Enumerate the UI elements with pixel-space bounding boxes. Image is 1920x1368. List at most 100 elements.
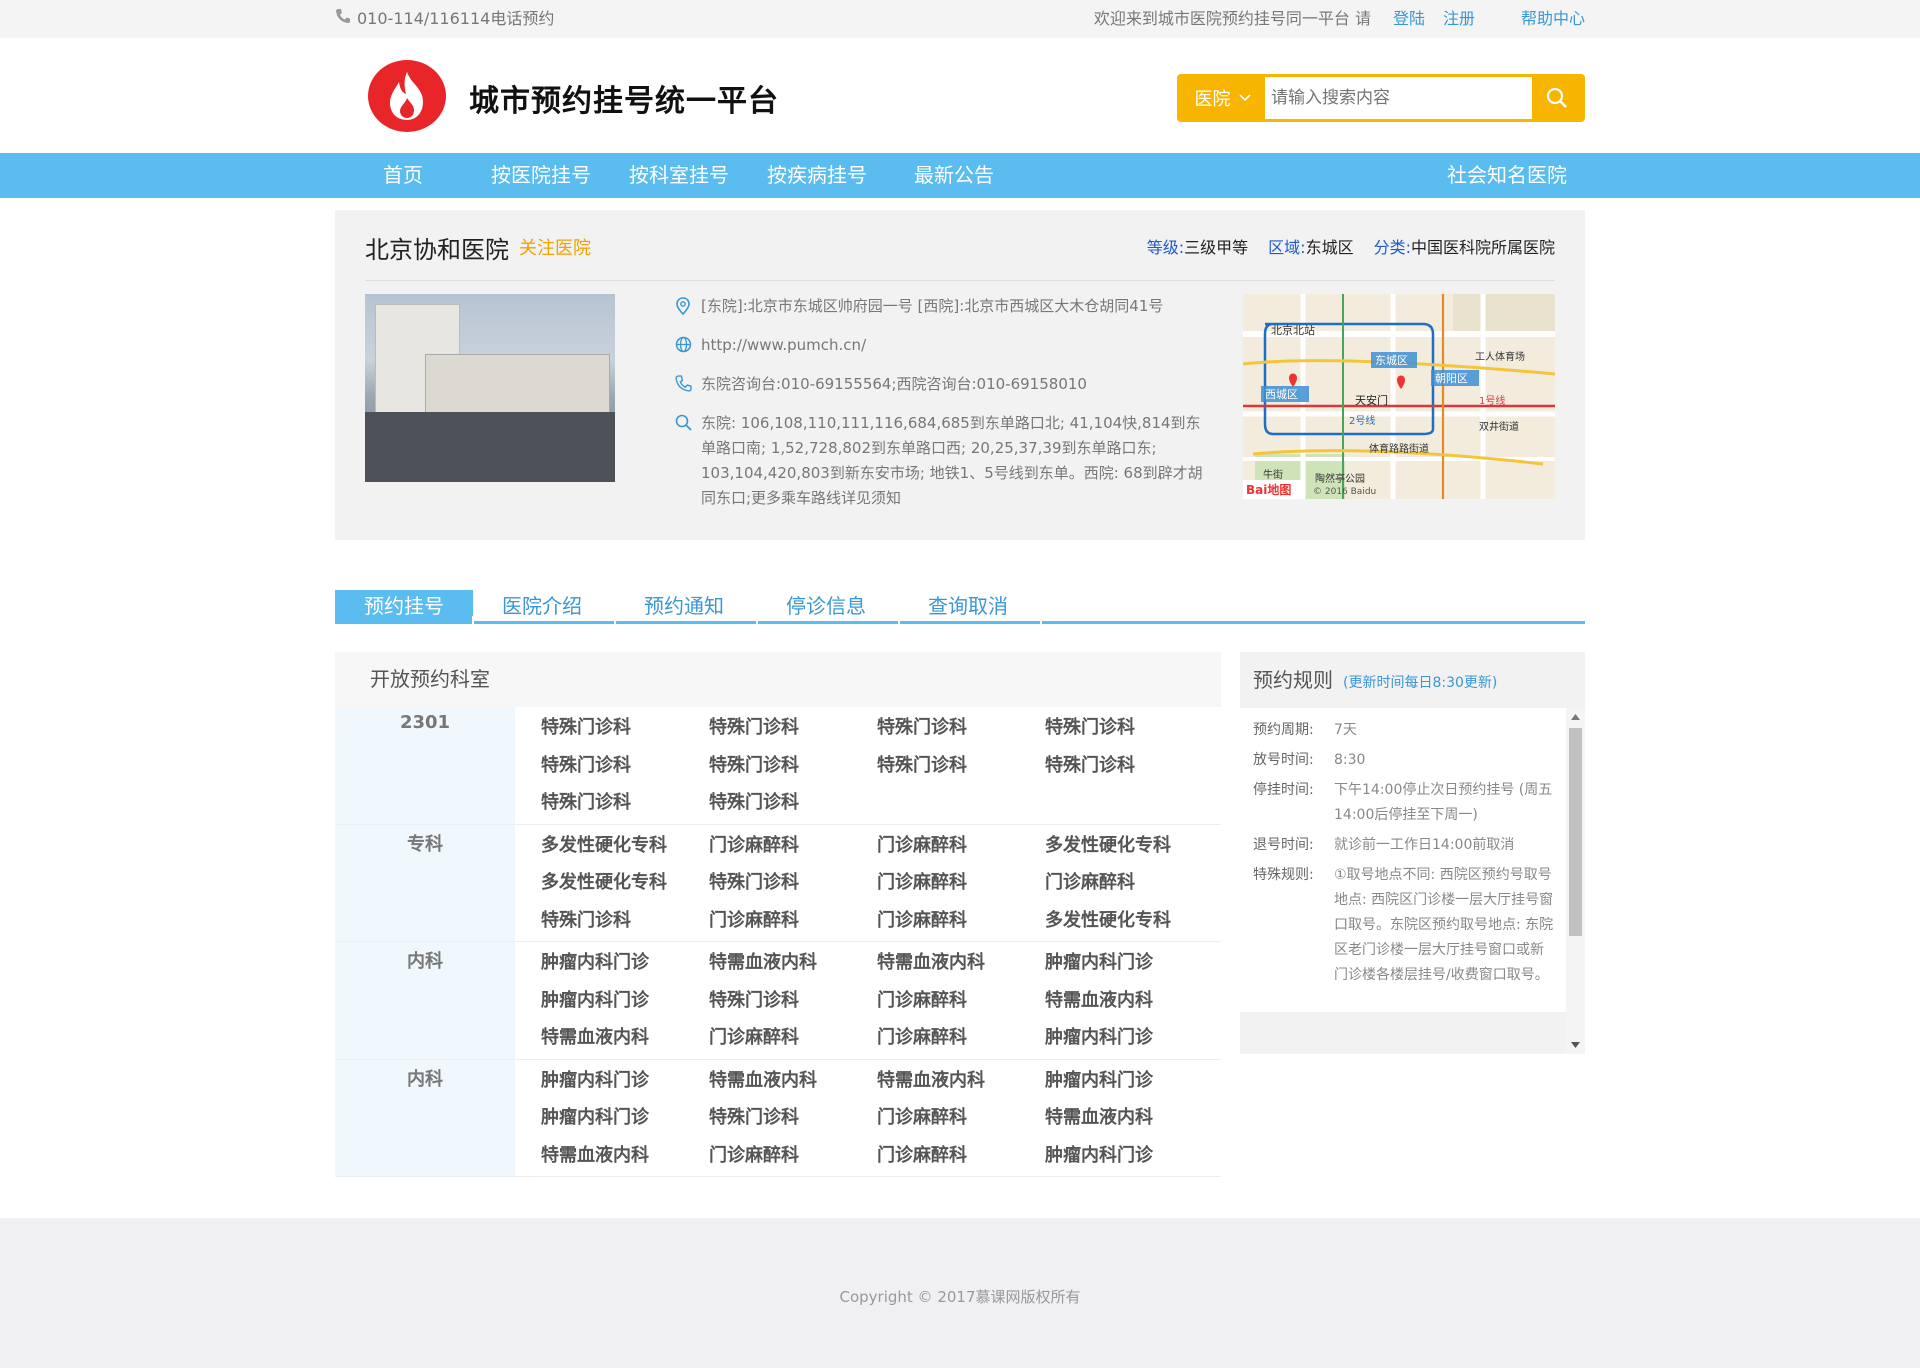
rule-row: 退号时间: 就诊前一工作日14:00前取消 [1253,833,1566,858]
department-link[interactable]: 特殊门诊科 [541,709,709,747]
map-label-xicheng: 西城区 [1265,388,1298,401]
copyright: Copyright © 2017慕课网版权所有 [839,1288,1081,1306]
department-link[interactable]: 特殊门诊科 [877,747,1045,785]
site-title[interactable]: 城市预约挂号统一平台 [469,76,779,120]
department-link[interactable]: 特殊门诊科 [709,982,877,1020]
department-link[interactable]: 肿瘤内科门诊 [541,1062,709,1100]
department-group: 专科 多发性硬化专科 门诊麻醉科 门诊麻醉科 多发性硬化专科 多发性硬化专科 特殊门诊科 门诊… [335,824,1221,942]
department-link[interactable]: 门诊麻醉科 [709,1137,877,1175]
department-link[interactable]: 特殊门诊科 [709,1099,877,1137]
booking-rules-panel: 预约规则 (更新时间每日8:30更新) 预约周期: 7天 放号时间: 8:30 停挂时… [1240,652,1585,1054]
search-type-select[interactable]: 医院 [1180,77,1265,119]
department-link[interactable]: 门诊麻醉科 [877,827,1045,865]
hospital-name: 北京协和医院 [365,236,509,264]
department-link[interactable]: 特殊门诊科 [1045,747,1213,785]
department-link[interactable]: 特需血液内科 [1045,982,1213,1020]
department-link[interactable]: 肿瘤内科门诊 [1045,1062,1213,1100]
department-link[interactable]: 特殊门诊科 [877,709,1045,747]
department-link[interactable]: 特殊门诊科 [541,784,709,822]
tab-query-cancel[interactable]: 查询取消 [899,590,1037,624]
search-icon [1546,87,1567,108]
login-link[interactable]: 登陆 [1393,0,1425,38]
map-label-line2: 2号线 [1349,414,1375,427]
rule-row: 放号时间: 8:30 [1253,748,1566,773]
department-link[interactable]: 特殊门诊科 [709,709,877,747]
department-link[interactable]: 多发性硬化专科 [541,827,709,865]
department-link[interactable]: 特需血液内科 [877,944,1045,982]
department-link[interactable]: 特需血液内科 [1045,1099,1213,1137]
department-link[interactable]: 特需血液内科 [541,1019,709,1057]
department-link[interactable]: 肿瘤内科门诊 [1045,944,1213,982]
search-input[interactable] [1265,77,1532,119]
rule-value: ①取号地点不同: 西院区预约号取号地点: 西院区门诊楼一层大厅挂号窗口取号。东院… [1334,867,1554,983]
search-button[interactable] [1532,77,1582,119]
content-area: 开放预约科室 2301 特殊门诊科 特殊门诊科 特殊门诊科 特殊门诊科 特殊门诊科 特殊门诊… [335,652,1585,1177]
department-link[interactable]: 门诊麻醉科 [709,902,877,940]
scroll-up-icon[interactable] [1571,714,1580,720]
department-link[interactable]: 特需血液内科 [541,1137,709,1175]
hospital-card: 北京协和医院 关注医院 等级:三级甲等 区域:东城区 分类:中国医科院所属医院 … [335,210,1585,540]
tab-booking-notice[interactable]: 预约通知 [615,590,753,624]
nav-home[interactable]: 首页 [383,153,423,198]
department-link[interactable]: 肿瘤内科门诊 [541,944,709,982]
rule-row: 预约周期: 7天 [1253,718,1566,743]
follow-hospital-link[interactable]: 关注医院 [519,234,591,260]
department-link[interactable]: 肿瘤内科门诊 [541,982,709,1020]
department-list: 多发性硬化专科 门诊麻醉科 门诊麻醉科 多发性硬化专科 多发性硬化专科 特殊门诊科 门诊麻醉… [515,825,1221,942]
rule-key: 特殊规则: [1253,867,1314,883]
department-group: 内科 肿瘤内科门诊 特需血液内科 特需血液内科 肿瘤内科门诊 肿瘤内科门诊 特殊门诊科 门诊麻… [335,1059,1221,1177]
rules-scrollbar[interactable] [1566,708,1585,1054]
department-category: 内科 [335,1059,515,1176]
level-key: 等级: [1146,238,1185,257]
department-link[interactable]: 特需血液内科 [877,1062,1045,1100]
department-link[interactable]: 特殊门诊科 [541,902,709,940]
rule-row: 停挂时间: 下午14:00停止次日预约挂号 (周五14:00后停挂至下周一) [1253,778,1566,828]
scroll-down-icon[interactable] [1571,1042,1580,1048]
scrollbar-thumb[interactable] [1569,728,1582,936]
nav-by-disease[interactable]: 按疾病挂号 [767,153,867,198]
department-link[interactable]: 门诊麻醉科 [877,1099,1045,1137]
hospital-website[interactable]: http://www.pumch.cn/ [701,333,866,358]
department-link[interactable]: 门诊麻醉科 [877,902,1045,940]
department-link[interactable]: 门诊麻醉科 [1045,864,1213,902]
department-link[interactable]: 门诊麻醉科 [877,1137,1045,1175]
tab-suspension-info[interactable]: 停诊信息 [757,590,895,624]
rule-value: 就诊前一工作日14:00前取消 [1334,837,1515,853]
department-link[interactable]: 门诊麻醉科 [877,1019,1045,1057]
department-link[interactable]: 肿瘤内科门诊 [1045,1019,1213,1057]
department-link[interactable]: 门诊麻醉科 [709,1019,877,1057]
department-link[interactable]: 特殊门诊科 [1045,709,1213,747]
nav-by-hospital[interactable]: 按医院挂号 [491,153,591,198]
department-link[interactable]: 特需血液内科 [709,944,877,982]
tab-booking[interactable]: 预约挂号 [335,590,473,624]
hospital-map[interactable]: 北京北站 东城区 朝阳区 西城区 天安门 2号线 1号线 工人体育场 双井街道 … [1243,294,1555,499]
rules-title: 预约规则 [1253,668,1333,692]
level-value: 三级甲等 [1184,238,1249,257]
rule-key: 放号时间: [1253,752,1314,768]
department-link[interactable]: 肿瘤内科门诊 [541,1099,709,1137]
department-link[interactable]: 特殊门诊科 [709,864,877,902]
department-link[interactable]: 多发性硬化专科 [1045,902,1213,940]
department-link[interactable]: 特殊门诊科 [709,784,877,822]
rules-body: 预约周期: 7天 放号时间: 8:30 停挂时间: 下午14:00停止次日预约挂号 (… [1240,708,1566,1012]
department-link[interactable]: 门诊麻醉科 [877,982,1045,1020]
department-link[interactable]: 多发性硬化专科 [1045,827,1213,865]
help-center-link[interactable]: 帮助中心 [1521,0,1585,38]
department-link[interactable]: 特殊门诊科 [709,747,877,785]
department-category: 2301 [335,707,515,824]
department-link[interactable]: 门诊麻醉科 [877,864,1045,902]
phone-text: 010-114/116114电话预约 [357,9,555,28]
map-label-line1: 1号线 [1479,394,1505,407]
flame-logo-icon[interactable] [368,60,446,132]
nav-announcements[interactable]: 最新公告 [914,153,994,198]
department-link[interactable]: 肿瘤内科门诊 [1045,1137,1213,1175]
department-link[interactable]: 特需血液内科 [709,1062,877,1100]
tab-hospital-intro[interactable]: 医院介绍 [473,590,611,624]
nav-by-department[interactable]: 按科室挂号 [629,153,729,198]
department-link[interactable]: 门诊麻醉科 [709,827,877,865]
nav-famous-hospitals[interactable]: 社会知名医院 [1447,153,1567,198]
register-link[interactable]: 注册 [1443,0,1475,38]
site-header: 城市预约挂号统一平台 医院 [0,38,1920,153]
department-link[interactable]: 特殊门诊科 [541,747,709,785]
department-link[interactable]: 多发性硬化专科 [541,864,709,902]
